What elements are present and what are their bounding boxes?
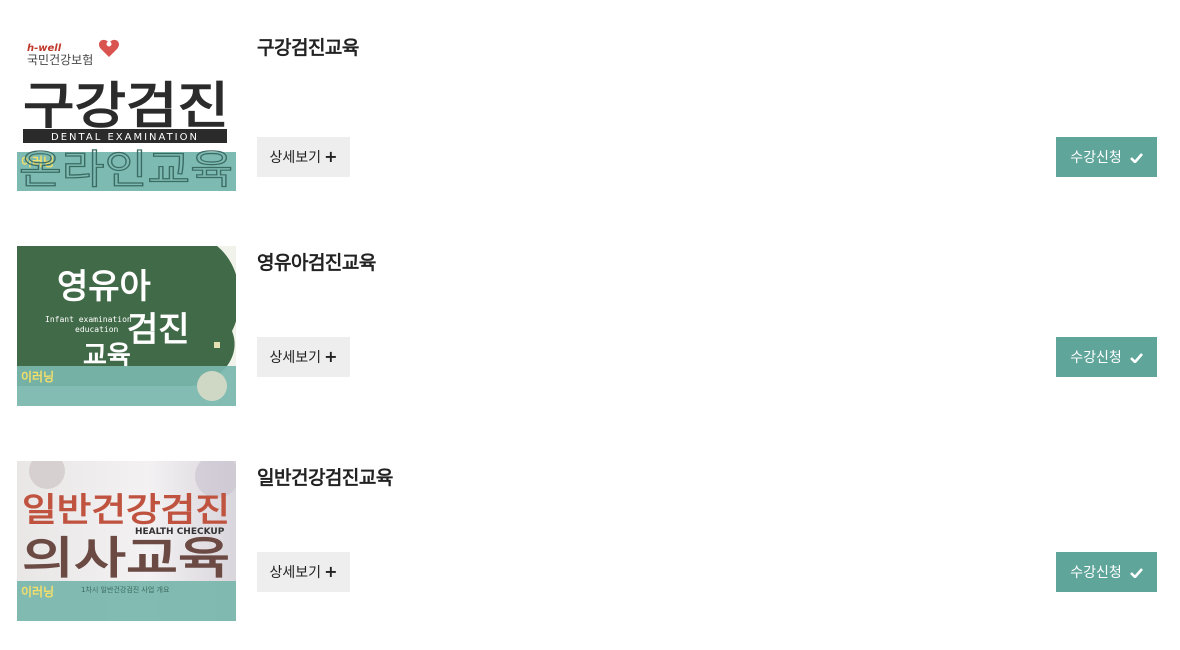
course-item: h-well 국민건강보험 구강검진 DENTAL EXAMINATION 이러… xyxy=(17,31,1157,191)
svg-text:검진: 검진 xyxy=(127,310,190,350)
check-icon xyxy=(1129,352,1143,363)
svg-text:의사교육: 의사교육 xyxy=(22,533,230,584)
detail-button[interactable]: 상세보기 + xyxy=(257,137,350,177)
plus-icon: + xyxy=(324,147,338,166)
svg-text:구강검진: 구강검진 xyxy=(23,77,229,135)
check-icon xyxy=(1129,152,1143,163)
apply-button[interactable]: 수강신청 xyxy=(1056,552,1157,592)
svg-text:education: education xyxy=(75,325,119,334)
svg-text:국민건강보험: 국민건강보험 xyxy=(27,53,93,67)
course-item: 일반건강검진 HEALTH CHECKUP 의사교육 이러닝 1차시 일반건강검… xyxy=(17,461,1157,621)
apply-button-label: 수강신청 xyxy=(1070,150,1122,166)
course-item: 영유아 Infant examination education 검진 교육 이… xyxy=(17,246,1157,406)
apply-button-label: 수강신청 xyxy=(1070,350,1122,366)
check-icon xyxy=(1129,567,1143,578)
apply-button-label: 수강신청 xyxy=(1070,565,1122,581)
svg-text:DENTAL EXAMINATION: DENTAL EXAMINATION xyxy=(51,132,199,143)
detail-button[interactable]: 상세보기 + xyxy=(257,552,350,592)
course-title: 일반건강검진교육 xyxy=(257,467,393,489)
svg-text:이러닝: 이러닝 xyxy=(21,584,54,599)
svg-text:영유아: 영유아 xyxy=(57,267,151,307)
detail-button-label: 상세보기 xyxy=(269,150,322,166)
course-thumbnail[interactable]: 영유아 Infant examination education 검진 교육 이… xyxy=(17,246,236,406)
svg-text:온라인교육: 온라인교육 xyxy=(19,147,233,191)
course-title: 구강검진교육 xyxy=(257,37,359,59)
detail-button-label: 상세보기 xyxy=(269,350,322,366)
apply-button[interactable]: 수강신청 xyxy=(1056,337,1157,377)
plus-icon: + xyxy=(324,347,338,366)
apply-button[interactable]: 수강신청 xyxy=(1056,137,1157,177)
svg-text:이러닝: 이러닝 xyxy=(21,369,54,384)
course-thumbnail[interactable]: 일반건강검진 HEALTH CHECKUP 의사교육 이러닝 1차시 일반건강검… xyxy=(17,461,236,621)
svg-text:1차시 일반건강검진 사업 개요: 1차시 일반건강검진 사업 개요 xyxy=(81,585,170,594)
detail-button[interactable]: 상세보기 + xyxy=(257,337,350,377)
course-thumbnail[interactable]: h-well 국민건강보험 구강검진 DENTAL EXAMINATION 이러… xyxy=(17,31,236,191)
svg-text:일반건강검진: 일반건강검진 xyxy=(22,490,230,529)
plus-icon: + xyxy=(324,562,338,581)
svg-text:Infant examination: Infant examination xyxy=(45,315,132,324)
detail-button-label: 상세보기 xyxy=(269,565,322,581)
course-title: 영유아검진교육 xyxy=(257,252,376,274)
